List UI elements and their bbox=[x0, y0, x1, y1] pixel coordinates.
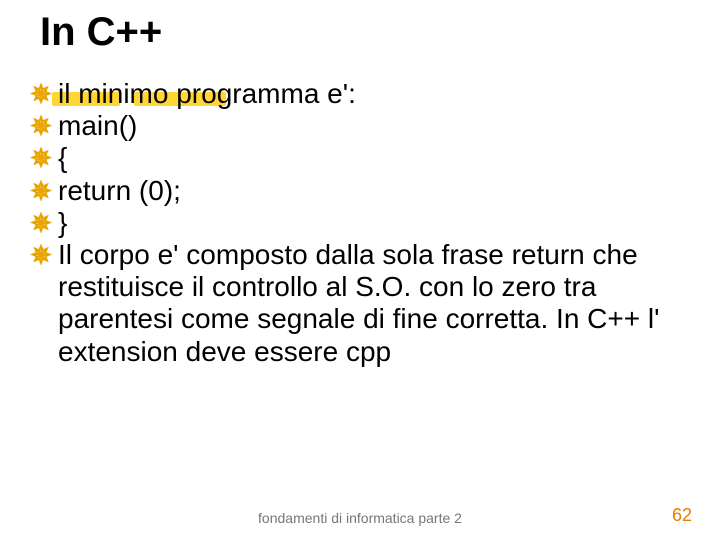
slide-body: ✵ il minimo programma e': ✵ main() ✵ { ✵… bbox=[30, 78, 700, 368]
bullet-item: ✵ } bbox=[30, 207, 700, 239]
bullet-text-content: il minimo programma e': bbox=[58, 78, 356, 109]
bullet-item: ✵ return (0); bbox=[30, 175, 700, 207]
bullet-item: ✵ il minimo programma e': bbox=[30, 78, 700, 110]
page-number: 62 bbox=[672, 505, 692, 526]
footer-text: fondamenti di informatica parte 2 bbox=[0, 510, 720, 526]
slide-title: In C++ bbox=[40, 10, 162, 55]
star-bullet-icon: ✵ bbox=[30, 177, 52, 207]
bullet-item: ✵ main() bbox=[30, 110, 700, 142]
bullet-text: il minimo programma e': bbox=[58, 78, 356, 110]
star-bullet-icon: ✵ bbox=[30, 241, 52, 271]
bullet-text: main() bbox=[58, 110, 137, 142]
bullet-text: } bbox=[58, 207, 67, 239]
star-bullet-icon: ✵ bbox=[30, 209, 52, 239]
slide: In C++ ✵ il minimo programma e': ✵ main(… bbox=[0, 0, 720, 540]
bullet-text: { bbox=[58, 142, 67, 174]
star-bullet-icon: ✵ bbox=[30, 144, 52, 174]
bullet-text: Il corpo e' composto dalla sola frase re… bbox=[58, 239, 700, 368]
bullet-item: ✵ Il corpo e' composto dalla sola frase … bbox=[30, 239, 700, 368]
bullet-text: return (0); bbox=[58, 175, 181, 207]
star-bullet-icon: ✵ bbox=[30, 80, 52, 110]
star-bullet-icon: ✵ bbox=[30, 112, 52, 142]
bullet-item: ✵ { bbox=[30, 142, 700, 174]
